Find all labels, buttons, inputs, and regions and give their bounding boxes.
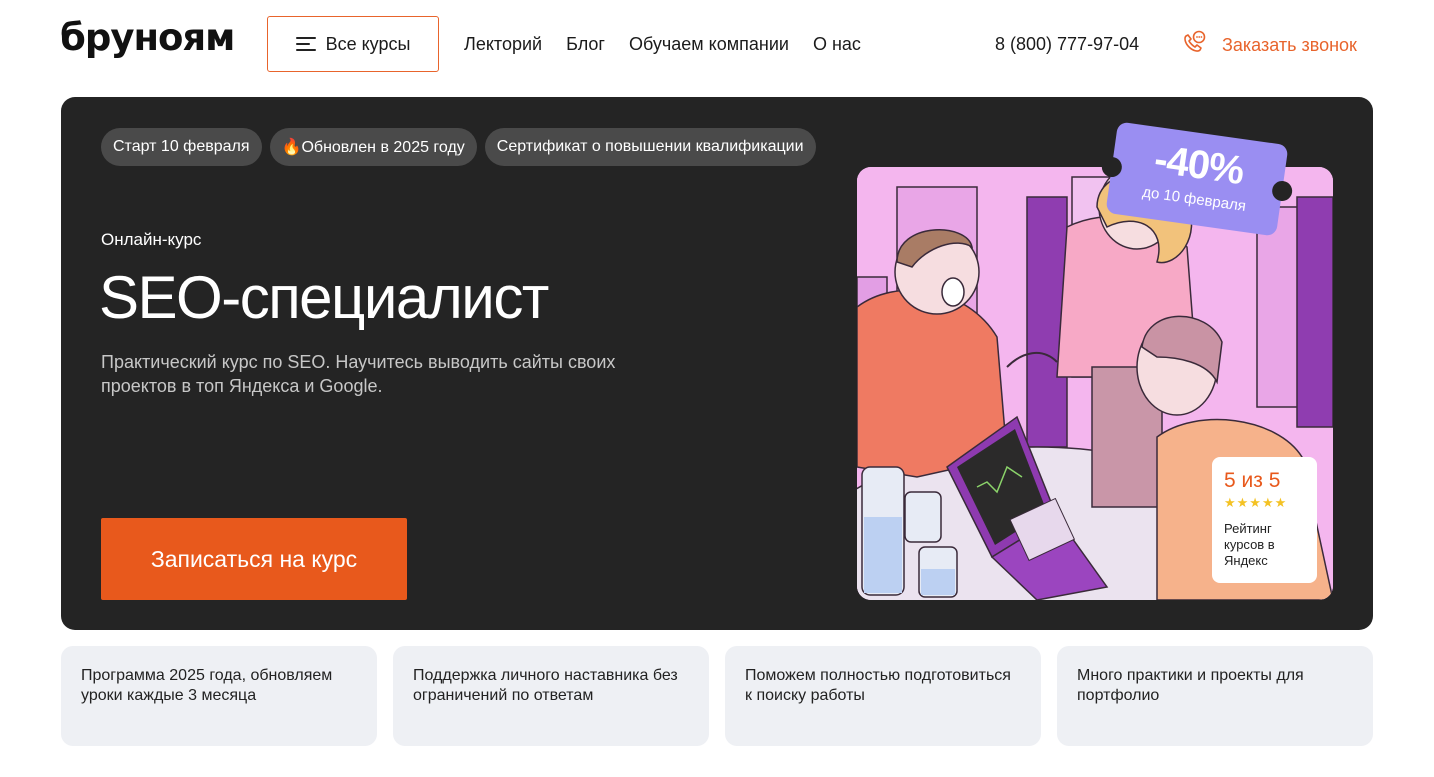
tag-updated: 🔥Обновлен в 2025 году: [269, 128, 477, 166]
enroll-button[interactable]: Записаться на курс: [101, 518, 407, 600]
feature-card-practice: Много практики и проекты для портфолио: [1057, 646, 1373, 746]
nav-item-lectures[interactable]: Лекторий: [464, 34, 542, 55]
menu-icon: [295, 37, 316, 51]
phone-number[interactable]: 8 (800) 777-97-04: [995, 34, 1139, 55]
all-courses-label: Все курсы: [325, 33, 411, 54]
tag-start-date: Старт 10 февраля: [101, 128, 262, 166]
callback-button[interactable]: Заказать звонок: [1180, 30, 1357, 61]
all-courses-button[interactable]: Все курсы: [267, 16, 439, 72]
feature-card-mentor: Поддержка личного наставника без огранич…: [393, 646, 709, 746]
brand-logo[interactable]: бруноям: [60, 16, 235, 59]
feature-card-career: Поможем полностью подготовиться к поиску…: [725, 646, 1041, 746]
rating-stars: ★★★★★: [1224, 495, 1288, 510]
feature-cards: Программа 2025 года, обновляем уроки каж…: [61, 646, 1373, 746]
course-description: Практический курс по SEO. Научитесь выво…: [101, 352, 616, 396]
feature-card-program: Программа 2025 года, обновляем уроки каж…: [61, 646, 377, 746]
rating-card: 5 из 5 ★★★★★ Рейтинг курсов в Яндекс: [1212, 457, 1317, 583]
nav-item-corporate[interactable]: Обучаем компании: [629, 34, 789, 55]
nav-item-blog[interactable]: Блог: [566, 34, 605, 55]
tag-certificate: Сертификат о повышении квалификации: [484, 128, 816, 166]
hero-tags: Старт 10 февраля 🔥Обновлен в 2025 году С…: [101, 128, 816, 166]
rating-caption: Рейтинг курсов в Яндекс: [1224, 521, 1275, 568]
course-kicker: Онлайн-курс: [101, 230, 202, 249]
hero-section: Старт 10 февраля 🔥Обновлен в 2025 году С…: [61, 97, 1373, 630]
site-header: бруноям Все курсы Лекторий Блог Обучаем …: [0, 0, 1434, 88]
nav-item-about[interactable]: О нас: [813, 34, 861, 55]
callback-label: Заказать звонок: [1222, 35, 1357, 55]
phone-chat-icon: [1180, 30, 1206, 61]
page-title: SEO-специалист: [99, 264, 549, 331]
rating-score: 5 из 5: [1224, 469, 1281, 492]
main-nav: Лекторий Блог Обучаем компании О нас: [464, 34, 861, 55]
